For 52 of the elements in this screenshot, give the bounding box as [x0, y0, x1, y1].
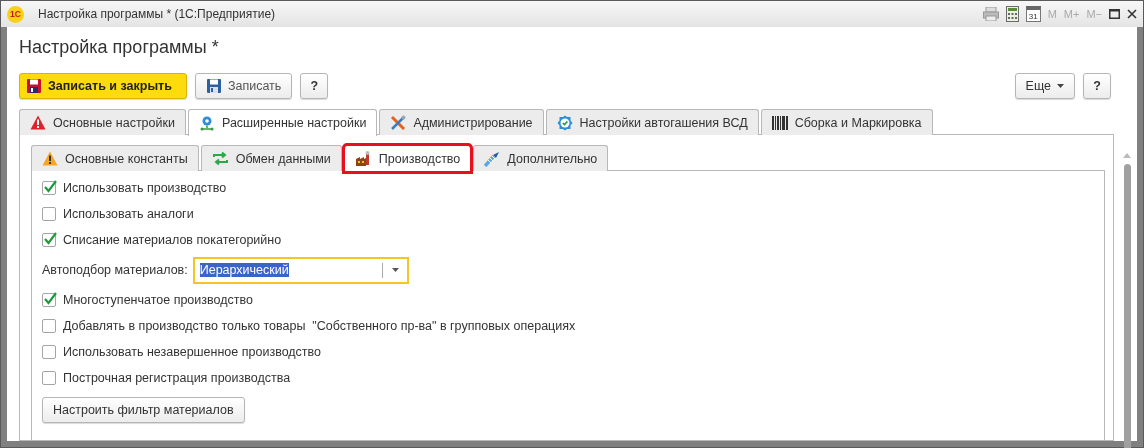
dropdown-field[interactable]: Иерархический [192, 256, 409, 284]
filter-button[interactable]: Настроить фильтр материалов [42, 397, 245, 423]
more-button[interactable]: Еще [1014, 73, 1075, 99]
tab[interactable]: Администрирование [379, 109, 544, 135]
checkbox[interactable] [42, 207, 56, 221]
factory-icon [354, 151, 372, 167]
checkbox-label: Использовать производство [63, 181, 227, 195]
caret-icon [1057, 84, 1064, 88]
tab[interactable]: Основные настройки [19, 109, 186, 135]
tab[interactable]: Основные константы [31, 145, 199, 171]
checkbox-label: Построчная регистрация производства [63, 371, 291, 385]
checkbox[interactable] [42, 233, 56, 247]
drill-icon [484, 150, 501, 167]
window-title: Настройка программы * (1С:Предприятие) [38, 7, 277, 21]
checkbox-label: Добавлять в производство только товары "Собственного пр-ва" в групповых операциях [63, 319, 576, 333]
checkbox-label: Использовать аналоги [63, 207, 194, 221]
printer-icon[interactable] [982, 7, 999, 21]
exchange-arrows-icon [211, 151, 229, 166]
warning-icon [30, 115, 46, 130]
barcode-icon [771, 115, 788, 130]
tools-icon [390, 114, 407, 131]
gear-network-icon [198, 115, 215, 131]
save-button[interactable]: Записать [194, 73, 293, 99]
checkbox[interactable] [42, 181, 56, 195]
tab[interactable]: Дополнительно [473, 145, 609, 171]
save-button[interactable]: Записать и закрыть [19, 73, 187, 99]
checkbox[interactable] [42, 371, 56, 385]
warning-icon [42, 151, 58, 166]
tab[interactable]: Обмен данными [200, 145, 342, 171]
help-button[interactable]: ? [1083, 73, 1111, 99]
page-title: Настройка программы * [19, 37, 220, 59]
calculator-icon[interactable] [1005, 6, 1019, 22]
maximize-icon[interactable] [1109, 9, 1120, 19]
tab[interactable]: Настройки автогашения ВСД [545, 109, 759, 135]
checkbox-label: Использовать незавершенное производство [63, 345, 322, 359]
tab[interactable]: Сборка и Маркировка [760, 109, 933, 135]
help-button[interactable]: ? [300, 73, 329, 99]
checkbox[interactable] [42, 345, 56, 359]
calendar-icon[interactable]: 31 [1025, 6, 1041, 22]
field-label: Автоподбор материалов: [42, 263, 188, 277]
checkbox-label: Многоступенчатое производство [63, 293, 253, 307]
scrollbar-thumb[interactable] [1123, 164, 1131, 448]
app-logo: 1С [7, 5, 24, 23]
checkbox[interactable] [42, 293, 56, 307]
checkbox[interactable] [42, 319, 56, 333]
scroll-up-icon[interactable] [1123, 153, 1131, 158]
close-icon[interactable] [1127, 9, 1137, 19]
tab[interactable]: Производство [343, 145, 472, 172]
check-badge-icon [556, 114, 573, 131]
checkbox-label: Списание материалов покатегорийно [63, 233, 282, 247]
caret-icon [391, 268, 399, 272]
tab[interactable]: Расширенные настройки [187, 109, 378, 136]
